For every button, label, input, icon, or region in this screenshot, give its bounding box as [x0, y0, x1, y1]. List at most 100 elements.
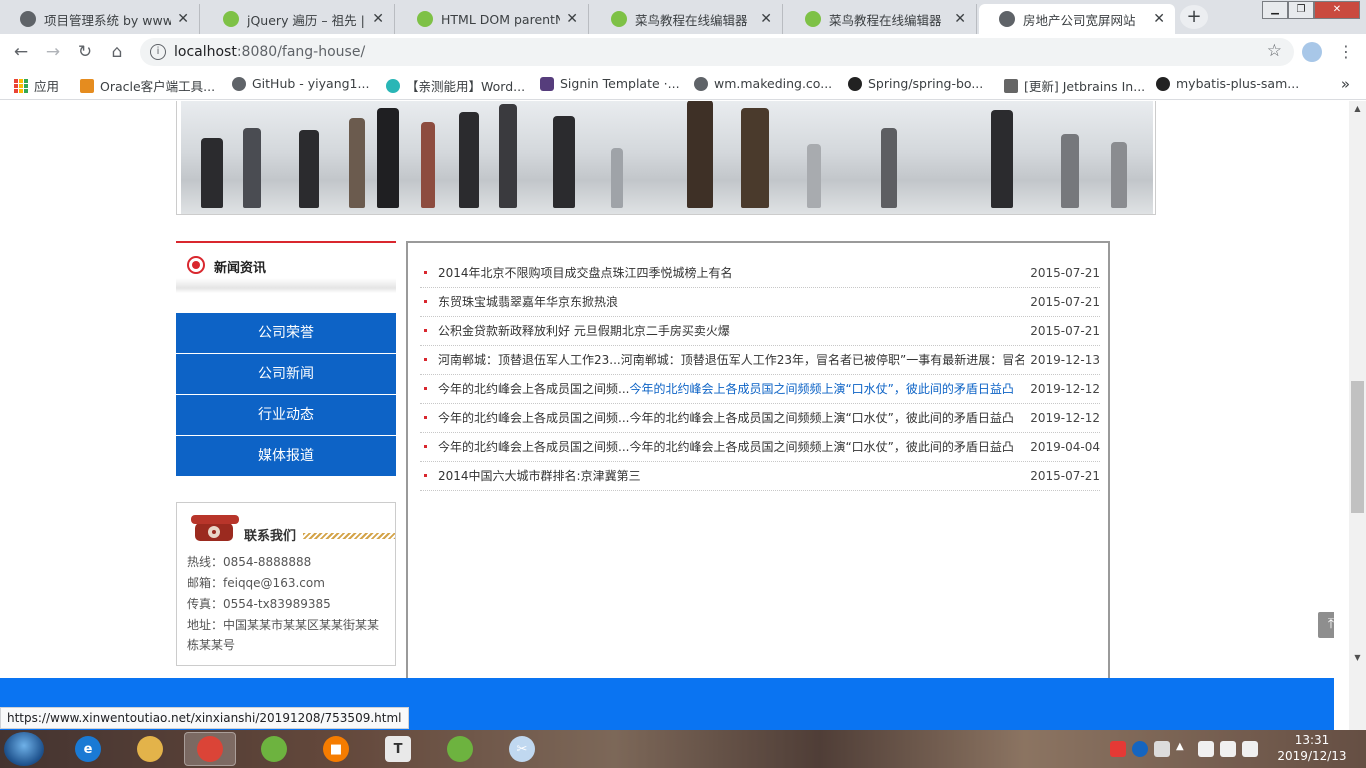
close-tab-icon[interactable]: ✕	[372, 11, 384, 27]
bookmark-item[interactable]: Signin Template ·...	[540, 76, 680, 91]
system-clock[interactable]: 13:31 2019/12/13	[1270, 732, 1354, 764]
taskbar-button[interactable]	[434, 732, 486, 766]
more-bookmarks-icon[interactable]: »	[1341, 75, 1350, 93]
news-item[interactable]: 河南郸城：顶替退伍军人工作23...河南郸城：顶替退伍军人工作23年，冒名者已被…	[420, 346, 1100, 375]
keyboard-icon[interactable]	[1154, 741, 1170, 757]
bookmark-star-icon[interactable]: ☆	[1267, 41, 1282, 61]
news-item[interactable]: 2014年北京不限购项目成交盘点珠江四季悦城榜上有名 2015-07-21	[420, 259, 1100, 288]
news-date: 2019-12-12	[1030, 382, 1100, 396]
news-title-link[interactable]: 东贸珠宝城翡翠嘉年华京东掀热浪	[438, 288, 1024, 316]
back-to-top-button[interactable]: ⤒	[1318, 612, 1334, 638]
menu-dots-icon[interactable]: ⋮	[1338, 42, 1354, 61]
news-item[interactable]: 今年的北约峰会上各成员国之间频...今年的北约峰会上各成员国之间频频上演“口水仗…	[420, 404, 1100, 433]
news-title-text: 东贸珠宝城翡翠嘉年华京东掀热浪	[438, 295, 619, 309]
menu-item-company-news[interactable]: 公司新闻	[176, 354, 396, 394]
tab-1[interactable]: 项目管理系统 by www.n ✕	[0, 4, 200, 34]
tab-title: 房地产公司宽屏网站	[1023, 12, 1136, 28]
runoob-icon	[611, 11, 627, 27]
app-icon: ■	[323, 736, 349, 762]
address-host: localhost	[174, 44, 237, 60]
taskbar-button[interactable]	[248, 732, 300, 766]
info-icon[interactable]: i	[150, 44, 166, 60]
banner-photo	[181, 101, 1153, 214]
bookmark-label: Spring/spring-bo...	[868, 76, 984, 91]
taskbar-button[interactable]: ✂	[496, 732, 548, 766]
address-bar[interactable]: i localhost:8080/fang-house/ ☆	[140, 38, 1294, 66]
news-date: 2019-04-04	[1030, 440, 1100, 454]
new-tab-button[interactable]: +	[1180, 5, 1208, 29]
close-tab-icon[interactable]: ✕	[1153, 11, 1165, 27]
battery-icon[interactable]	[1198, 741, 1214, 757]
news-title-link[interactable]: 今年的北约峰会上各成员国之间频...今年的北约峰会上各成员国之间频频上演“口水仗…	[438, 375, 1024, 403]
news-title-link[interactable]: 2014中国六大城市群排名:京津冀第三	[438, 462, 1024, 490]
news-item[interactable]: 东贸珠宝城翡翠嘉年华京东掀热浪 2015-07-21	[420, 288, 1100, 317]
maximize-button[interactable]: ❐	[1288, 1, 1314, 19]
globe-icon	[999, 11, 1015, 27]
news-item[interactable]: 今年的北约峰会上各成员国之间频...今年的北约峰会上各成员国之间频频上演“口水仗…	[420, 433, 1100, 462]
bookmark-item[interactable]: mybatis-plus-sam...	[1156, 76, 1299, 91]
profile-avatar[interactable]	[1302, 42, 1322, 62]
news-title-link[interactable]: 公积金贷款新政释放利好 元旦假期北京二手房买卖火爆	[438, 317, 1024, 345]
tab-title: jQuery 遍历 – 祖先 | 菜鸟	[247, 12, 366, 28]
start-button[interactable]	[4, 732, 44, 766]
tab-2[interactable]: jQuery 遍历 – 祖先 | 菜鸟 ✕	[203, 4, 395, 34]
address-path: :8080/fang-house/	[236, 44, 366, 60]
network-icon[interactable]	[1242, 741, 1258, 757]
bookmark-item[interactable]: wm.makeding.co...	[694, 76, 832, 91]
close-tab-icon[interactable]: ✕	[177, 11, 189, 27]
tab-3[interactable]: HTML DOM parentNode ✕	[397, 4, 589, 34]
close-window-button[interactable]: ✕	[1314, 1, 1360, 19]
scroll-down-icon[interactable]: ▼	[1349, 650, 1366, 666]
tab-6[interactable]: 房地产公司宽屏网站 ✕	[979, 4, 1175, 34]
bookmark-item[interactable]: Spring/spring-bo...	[848, 76, 983, 91]
menu-item-company-honors[interactable]: 公司荣誉	[176, 313, 396, 353]
bookmark-item[interactable]: 应用	[14, 76, 59, 95]
news-date: 2015-07-21	[1030, 266, 1100, 280]
scrollbar-thumb[interactable]	[1351, 381, 1364, 513]
help-icon[interactable]	[1132, 741, 1148, 757]
taskbar-button[interactable]	[184, 732, 236, 766]
page-scrollbar[interactable]: ▲ ▼	[1349, 101, 1366, 730]
close-tab-icon[interactable]: ✕	[566, 11, 578, 27]
forward-icon[interactable]: →	[42, 41, 64, 63]
menu-item-media-reports[interactable]: 媒体报道	[176, 436, 396, 476]
news-item[interactable]: 今年的北约峰会上各成员国之间频...今年的北约峰会上各成员国之间频频上演“口水仗…	[420, 375, 1100, 404]
tab-5[interactable]: 菜鸟教程在线编辑器 ✕	[785, 4, 977, 34]
tab-4[interactable]: 菜鸟教程在线编辑器 ✕	[591, 4, 783, 34]
close-tab-icon[interactable]: ✕	[760, 11, 772, 27]
news-title-text: 今年的北约峰会上各成员国之间频...今年的北约峰会上各成员国之间频频上演“口水仗…	[438, 440, 1014, 454]
news-title-link[interactable]: 2014年北京不限购项目成交盘点珠江四季悦城榜上有名	[438, 259, 1024, 287]
bookmark-item[interactable]: 【亲测能用】Word...	[386, 76, 525, 95]
bookmark-item[interactable]: Oracle客户端工具...	[80, 76, 215, 95]
show-hidden-icon[interactable]: ▲	[1176, 741, 1192, 757]
sogou-icon[interactable]	[1110, 741, 1126, 757]
news-title-link[interactable]: 河南郸城：顶替退伍军人工作23...河南郸城：顶替退伍军人工作23年，冒名者已被…	[438, 346, 1024, 374]
news-title-hover-text[interactable]: 今年的北约峰会上各成员国之间频频上演“口水仗”，彼此间的矛盾日益凸	[629, 382, 1013, 396]
volume-icon[interactable]	[1220, 741, 1236, 757]
taskbar-button[interactable]: e	[62, 732, 114, 766]
news-title-link[interactable]: 今年的北约峰会上各成员国之间频...今年的北约峰会上各成员国之间频频上演“口水仗…	[438, 404, 1024, 432]
home-icon[interactable]: ⌂	[106, 41, 128, 63]
browser-toolbar: ← → ↻ ⌂ i localhost:8080/fang-house/ ☆ ⋮	[0, 34, 1366, 70]
close-tab-icon[interactable]: ✕	[954, 11, 966, 27]
taskbar-button[interactable]: T	[372, 732, 424, 766]
taskbar-button[interactable]: ■	[310, 732, 362, 766]
spring-icon	[261, 736, 287, 762]
bookmark-item[interactable]: [更新] Jetbrains In...	[1004, 76, 1145, 95]
news-item[interactable]: 2014中国六大城市群排名:京津冀第三 2015-07-21	[420, 462, 1100, 491]
banner-image	[176, 101, 1156, 215]
bookmark-item[interactable]: GitHub - yiyang1...	[232, 76, 369, 91]
back-icon[interactable]: ←	[10, 41, 32, 63]
news-item[interactable]: 公积金贷款新政释放利好 元旦假期北京二手房买卖火爆 2015-07-21	[420, 317, 1100, 346]
reload-icon[interactable]: ↻	[74, 41, 96, 63]
spring-tool-icon	[447, 736, 473, 762]
chrome-icon	[197, 736, 223, 762]
bootstrap-icon	[540, 76, 554, 91]
menu-item-industry-news[interactable]: 行业动态	[176, 395, 396, 435]
news-title-link[interactable]: 今年的北约峰会上各成员国之间频...今年的北约峰会上各成员国之间频频上演“口水仗…	[438, 433, 1024, 461]
explorer-icon	[137, 736, 163, 762]
minimize-button[interactable]: ▁	[1262, 1, 1288, 19]
scroll-up-icon[interactable]: ▲	[1349, 101, 1366, 117]
address-url[interactable]: localhost:8080/fang-house/	[174, 44, 365, 60]
taskbar-button[interactable]	[124, 732, 176, 766]
